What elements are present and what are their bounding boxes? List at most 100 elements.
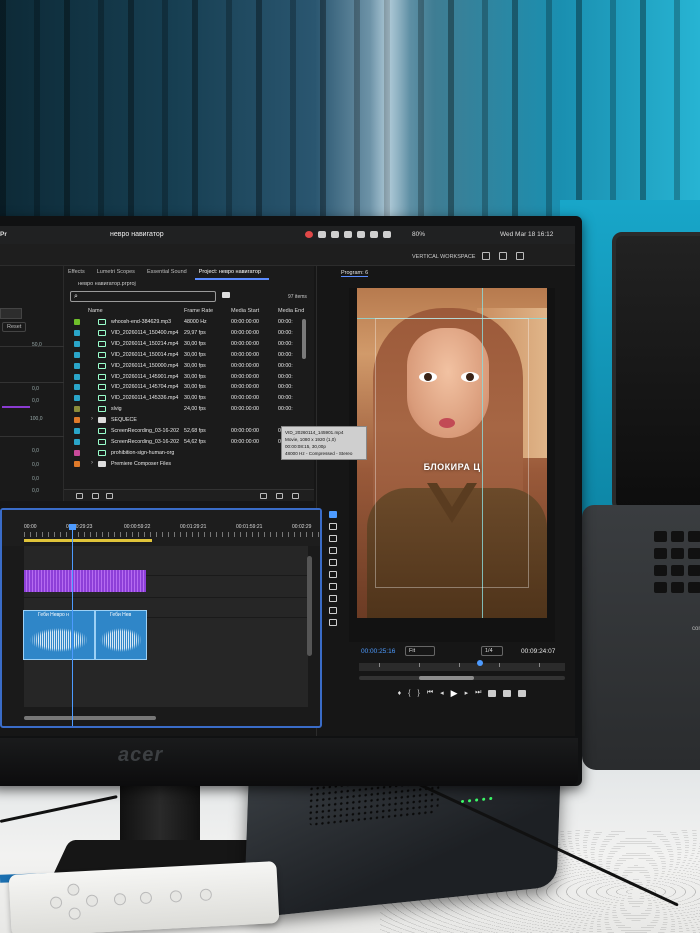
pencil-icon[interactable] (76, 493, 83, 499)
param-value[interactable]: 0,0 (32, 476, 39, 482)
label-color-swatch[interactable] (74, 340, 80, 347)
slip-tool-icon[interactable] (329, 559, 337, 566)
record-icon[interactable] (305, 231, 313, 238)
trash-icon[interactable] (292, 493, 299, 499)
file-row[interactable]: ScreenRecording_03-16-202 52,68 fps 00:00:… (64, 426, 308, 437)
column-media-end[interactable]: Media End (278, 308, 304, 314)
layout-icon[interactable] (357, 231, 365, 238)
program-zoom-bar[interactable] (359, 676, 565, 680)
project-scrollbar[interactable] (302, 319, 306, 359)
calendar-icon[interactable] (344, 231, 352, 238)
pen-tool-icon[interactable] (329, 571, 337, 578)
lift-icon[interactable] (488, 689, 497, 697)
go-to-in-icon[interactable]: ⏮ (427, 689, 433, 697)
type-tool-icon[interactable] (329, 607, 337, 614)
tab-effects[interactable]: Effects (64, 266, 93, 280)
step-forward-icon[interactable]: ▸ (465, 689, 469, 697)
play-icon[interactable]: ▶ (451, 688, 458, 699)
keyboard-icon[interactable] (383, 231, 391, 238)
file-row[interactable]: VID_20260114_145336.mp4 30,00 fps 00:00:00… (64, 393, 308, 404)
reset-button[interactable]: Reset (2, 322, 27, 332)
mark-in-icon[interactable]: { (408, 690, 410, 697)
selection-tool-icon[interactable] (329, 511, 337, 518)
timeline-horizontal-scrollbar[interactable] (24, 716, 156, 720)
param-value[interactable]: 0,0 (32, 462, 39, 468)
display-icon[interactable] (331, 231, 339, 238)
project-search-input[interactable]: ⌕ (70, 291, 216, 302)
rectangle-tool-icon[interactable] (329, 583, 337, 590)
file-row[interactable]: VID_20260114_145901.mp4 30,00 fps 00:00:00… (64, 372, 308, 383)
bluetooth-icon[interactable] (370, 231, 378, 238)
label-color-swatch[interactable] (74, 428, 80, 434)
extract-icon[interactable] (503, 689, 512, 697)
effect-select[interactable] (0, 308, 22, 319)
razor-tool-icon[interactable] (329, 547, 337, 554)
column-frame-rate[interactable]: Frame Rate (184, 308, 213, 314)
label-color-swatch[interactable] (74, 449, 80, 456)
hand-tool-icon[interactable] (329, 595, 337, 602)
zoom-fit-select[interactable]: Fit (405, 646, 435, 656)
param-value[interactable]: 0,0 (32, 386, 39, 392)
export-frame-icon[interactable] (518, 689, 527, 697)
label-color-swatch[interactable] (74, 351, 80, 358)
mark-out-icon[interactable]: } (418, 690, 420, 697)
program-scrubber[interactable] (359, 663, 565, 671)
label-color-swatch[interactable] (74, 406, 80, 413)
workspace-selector[interactable]: VERTICAL WORKSPACE (412, 254, 475, 260)
param-value[interactable]: 100,0 (30, 416, 43, 422)
icon-view-icon[interactable] (106, 493, 113, 499)
step-back-icon[interactable]: ◂ (440, 689, 444, 697)
new-bin-icon[interactable] (222, 292, 230, 298)
timeline-playhead[interactable] (69, 524, 76, 726)
tab-lumetri-scopes[interactable]: Lumetri Scopes (93, 266, 143, 280)
label-color-swatch[interactable] (74, 362, 80, 369)
label-color-swatch[interactable] (74, 319, 80, 325)
file-row[interactable]: whoosh-end-384629.mp3 48000 Hz 00:00:00:00… (64, 317, 308, 328)
param-value[interactable]: 50,0 (32, 342, 42, 348)
screen-icon[interactable] (318, 231, 326, 238)
current-timecode[interactable]: 00:00:25:16 (361, 648, 395, 655)
timeline-clip[interactable]: Геби Невро н (23, 610, 95, 660)
column-media-start[interactable]: Media Start (231, 308, 259, 314)
fullscreen-icon[interactable] (516, 252, 524, 260)
param-value[interactable]: 0,0 (32, 398, 39, 404)
param-value[interactable]: 0,0 (32, 488, 39, 494)
file-row[interactable]: VID_20260114_145704.mp4 30,00 fps 00:00:00… (64, 382, 308, 393)
new-item-icon[interactable] (276, 493, 283, 499)
timeline-vertical-scrollbar[interactable] (307, 556, 312, 656)
file-row[interactable]: ScreenRecording_03-16-202 54,62 fps 00:00:… (64, 437, 308, 448)
program-monitor-tab[interactable]: Program: 6 (341, 270, 369, 277)
label-color-swatch[interactable] (74, 329, 80, 336)
label-color-swatch[interactable] (74, 417, 80, 424)
tab-project[interactable]: Project: невро навигатор (194, 266, 270, 280)
go-to-out-icon[interactable]: ⏭ (475, 689, 481, 697)
home-icon[interactable] (482, 252, 490, 260)
label-color-swatch[interactable] (74, 460, 80, 467)
column-name[interactable]: Name (88, 308, 103, 314)
bin-row[interactable]: › SEQUECE (64, 415, 308, 426)
bin-row[interactable]: › Premiere Composer Files (64, 459, 308, 470)
track-select-tool-icon[interactable] (329, 523, 337, 530)
share-icon[interactable] (499, 252, 507, 260)
timeline-clip[interactable]: Геби Нев (95, 610, 147, 660)
file-row[interactable]: VID_20260114_150000.mp4 30,00 fps 00:00:00… (64, 361, 308, 372)
purple-clip[interactable] (24, 570, 146, 592)
param-slider[interactable] (2, 406, 30, 408)
file-row[interactable]: slvig 24,00 fps 00:00:00:00 00:00: (64, 404, 308, 415)
app-menu[interactable]: Pr (0, 231, 7, 238)
program-playhead[interactable] (477, 660, 483, 666)
chevron-right-icon[interactable]: › (91, 460, 93, 466)
label-color-swatch[interactable] (74, 438, 80, 445)
list-view-icon[interactable] (92, 493, 99, 499)
label-color-swatch[interactable] (74, 384, 80, 391)
file-row[interactable]: VID_20260114_150400.mp4 29,97 fps 00:00:00… (64, 328, 308, 339)
param-value[interactable]: 0,0 (32, 448, 39, 454)
ripple-edit-tool-icon[interactable] (329, 535, 337, 542)
label-color-swatch[interactable] (74, 395, 80, 402)
file-row[interactable]: VID_20260114_150014.mp4 30,00 fps 00:00:00… (64, 350, 308, 361)
tab-essential-sound[interactable]: Essential Sound (143, 266, 195, 280)
caption-tool-icon[interactable] (329, 619, 337, 626)
file-row[interactable]: prohibition-sign-human-org (64, 448, 308, 459)
battery-indicator[interactable]: 80% (412, 231, 425, 238)
file-row[interactable]: VID_20260114_150214.mp4 30,00 fps 00:00:00… (64, 339, 308, 350)
